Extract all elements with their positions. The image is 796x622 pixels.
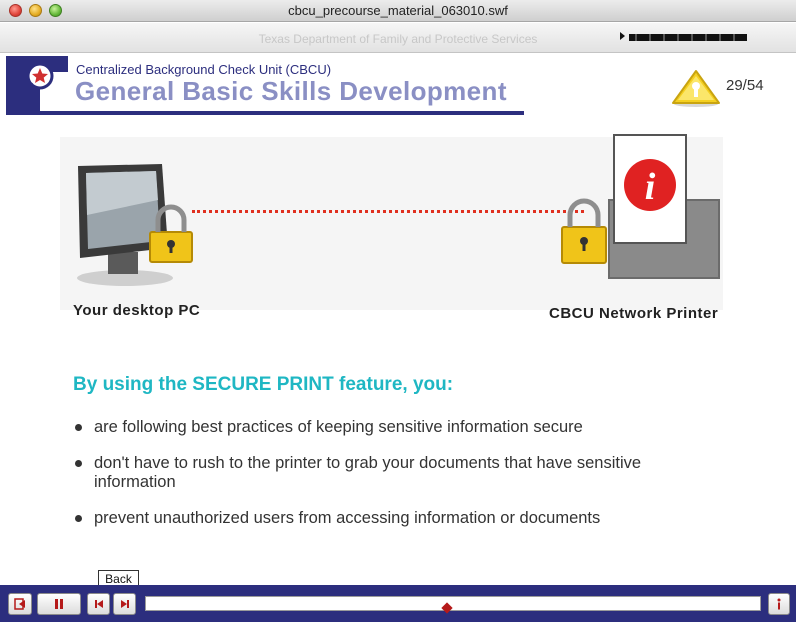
window-titlebar: cbcu_precourse_material_063010.swf bbox=[0, 0, 796, 22]
window-title: cbcu_precourse_material_063010.swf bbox=[288, 3, 508, 18]
warning-icon bbox=[672, 70, 720, 107]
play-arrow-icon bbox=[620, 32, 625, 40]
list-item-text: prevent unauthorized users from accessin… bbox=[94, 509, 601, 527]
back-button[interactable] bbox=[87, 593, 110, 615]
list-item-text: don't have to rush to the printer to gra… bbox=[94, 454, 642, 491]
desktop-pc-icon bbox=[77, 164, 193, 286]
forward-button[interactable] bbox=[113, 593, 136, 615]
header-underline bbox=[6, 111, 524, 115]
course-title: General Basic Skills Development bbox=[75, 76, 507, 106]
player-controls bbox=[0, 585, 796, 622]
list-item: prevent unauthorized users from accessin… bbox=[74, 509, 714, 528]
course-subtitle: Centralized Background Check Unit (CBCU) bbox=[76, 62, 332, 77]
list-item-text: are following best practices of keeping … bbox=[94, 418, 583, 436]
network-printer-icon: i bbox=[561, 134, 720, 279]
printer-label: CBCU Network Printer bbox=[549, 305, 719, 322]
pc-label: Your desktop PC bbox=[73, 302, 201, 319]
bullet-icon bbox=[75, 424, 82, 431]
course-strip: Texas Department of Family and Protectiv… bbox=[0, 23, 796, 53]
redacted-text bbox=[629, 33, 747, 41]
cbcu-logo bbox=[6, 56, 68, 112]
pause-icon bbox=[55, 599, 63, 609]
content-headline: By using the SECURE PRINT feature, you: bbox=[73, 374, 454, 395]
exit-button[interactable] bbox=[8, 593, 32, 615]
page-counter: 29/54 bbox=[726, 77, 764, 94]
benefits-list: are following best practices of keeping … bbox=[74, 418, 714, 545]
skip-back-icon bbox=[94, 600, 103, 608]
secure-connection-line bbox=[192, 210, 584, 213]
exit-icon bbox=[14, 598, 25, 610]
user-name-redacted bbox=[620, 31, 747, 43]
list-item: are following best practices of keeping … bbox=[74, 418, 714, 437]
progress-track[interactable] bbox=[145, 596, 761, 611]
pause-button[interactable] bbox=[37, 593, 81, 615]
skip-forward-icon bbox=[120, 600, 129, 608]
bullet-icon bbox=[75, 460, 82, 467]
course-header: Centralized Background Check Unit (CBCU)… bbox=[0, 54, 796, 116]
bullet-icon bbox=[75, 515, 82, 522]
info-button[interactable] bbox=[768, 593, 790, 615]
info-icon bbox=[777, 598, 781, 610]
svg-text:i: i bbox=[645, 166, 656, 208]
list-item: don't have to rush to the printer to gra… bbox=[74, 454, 714, 492]
